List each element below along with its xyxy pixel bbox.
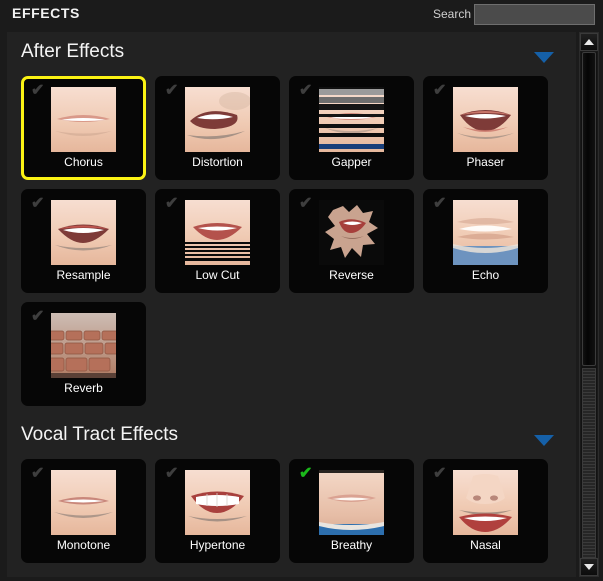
section-spacer [7,406,576,415]
sections-container: After Effects✔ Chorus✔ [7,32,576,572]
effect-thumbnail [51,87,116,152]
section-header[interactable]: Vocal Tract Effects [7,415,576,459]
checkmark-icon-disabled[interactable]: ✔ [433,196,446,212]
section-title: After Effects [21,41,124,63]
effect-label: Chorus [24,155,143,169]
effect-card[interactable]: ✔ Chorus [21,76,146,180]
chevron-down-icon[interactable] [534,435,554,446]
effect-card[interactable]: ✔ Phaser [423,76,548,180]
effect-thumbnail [51,470,116,535]
effect-thumbnail [185,87,250,152]
effect-thumbnail [453,470,518,535]
effect-thumbnail [319,200,384,265]
effect-label: Distortion [158,155,277,169]
effect-label: Nasal [426,538,545,552]
section-header[interactable]: After Effects [7,32,576,76]
section-spacer [7,563,576,572]
effects-grid: ✔ Monotone✔ [7,459,576,563]
effect-thumbnail [319,470,384,535]
effect-card[interactable]: ✔ Monotone [21,459,146,563]
effect-label: Low Cut [158,268,277,282]
checkmark-icon-disabled[interactable]: ✔ [31,196,44,212]
effect-label: Phaser [426,155,545,169]
effect-thumbnail [51,313,116,378]
effect-thumbnail [319,87,384,152]
scrollbar-thumb[interactable] [582,52,596,366]
checkmark-icon-disabled[interactable]: ✔ [299,83,312,99]
effect-card[interactable]: ✔ [155,189,280,293]
effect-thumbnail [453,87,518,152]
checkmark-icon-enabled[interactable]: ✔ [299,466,312,482]
checkmark-icon-disabled[interactable]: ✔ [31,309,44,325]
effect-label: Hypertone [158,538,277,552]
effects-scroll-panel: After Effects✔ Chorus✔ [7,32,576,577]
effect-card[interactable]: ✔ Resample [21,189,146,293]
effect-card[interactable]: ✔ Reverb [21,302,146,406]
effects-window: EFFECTS Search After Effects✔ Chorus✔ [0,0,603,581]
checkmark-icon-disabled[interactable]: ✔ [433,466,446,482]
page-title: EFFECTS [12,5,80,21]
search-label: Search [433,7,471,21]
effect-card[interactable]: ✔ Hypertone [155,459,280,563]
vertical-scrollbar[interactable] [579,32,599,577]
effect-card[interactable]: ✔ Breathy [289,459,414,563]
scroll-down-button[interactable] [580,558,598,576]
checkmark-icon-disabled[interactable]: ✔ [31,466,44,482]
effect-card[interactable]: ✔ Gapper [289,76,414,180]
scrollbar-lower-track[interactable] [582,368,596,559]
effect-label: Echo [426,268,545,282]
section-title: Vocal Tract Effects [21,424,178,446]
effect-label: Breathy [292,538,411,552]
effects-grid: ✔ Chorus✔ [7,76,576,406]
checkmark-icon-disabled[interactable]: ✔ [31,83,44,99]
checkmark-icon-disabled[interactable]: ✔ [433,83,446,99]
effect-label: Monotone [24,538,143,552]
checkmark-icon-disabled[interactable]: ✔ [299,196,312,212]
effect-card[interactable]: ✔ Reverse [289,189,414,293]
effect-thumbnail [185,200,250,265]
effect-card[interactable]: ✔ Distortion [155,76,280,180]
effect-card[interactable]: ✔ Echo [423,189,548,293]
scrollbar-track[interactable] [581,52,597,557]
triangle-down-icon [584,564,594,570]
titlebar: EFFECTS Search [0,0,603,30]
checkmark-icon-disabled[interactable]: ✔ [165,196,178,212]
effect-thumbnail [453,200,518,265]
checkmark-icon-disabled[interactable]: ✔ [165,83,178,99]
triangle-up-icon [584,39,594,45]
effect-label: Reverb [24,381,143,395]
effect-label: Resample [24,268,143,282]
search-input[interactable] [474,4,595,25]
effect-label: Gapper [292,155,411,169]
effect-thumbnail [51,200,116,265]
effect-thumbnail [185,470,250,535]
effect-label: Reverse [292,268,411,282]
checkmark-icon-disabled[interactable]: ✔ [165,466,178,482]
scroll-up-button[interactable] [580,33,598,51]
chevron-down-icon[interactable] [534,52,554,63]
effect-card[interactable]: ✔ Nasal [423,459,548,563]
